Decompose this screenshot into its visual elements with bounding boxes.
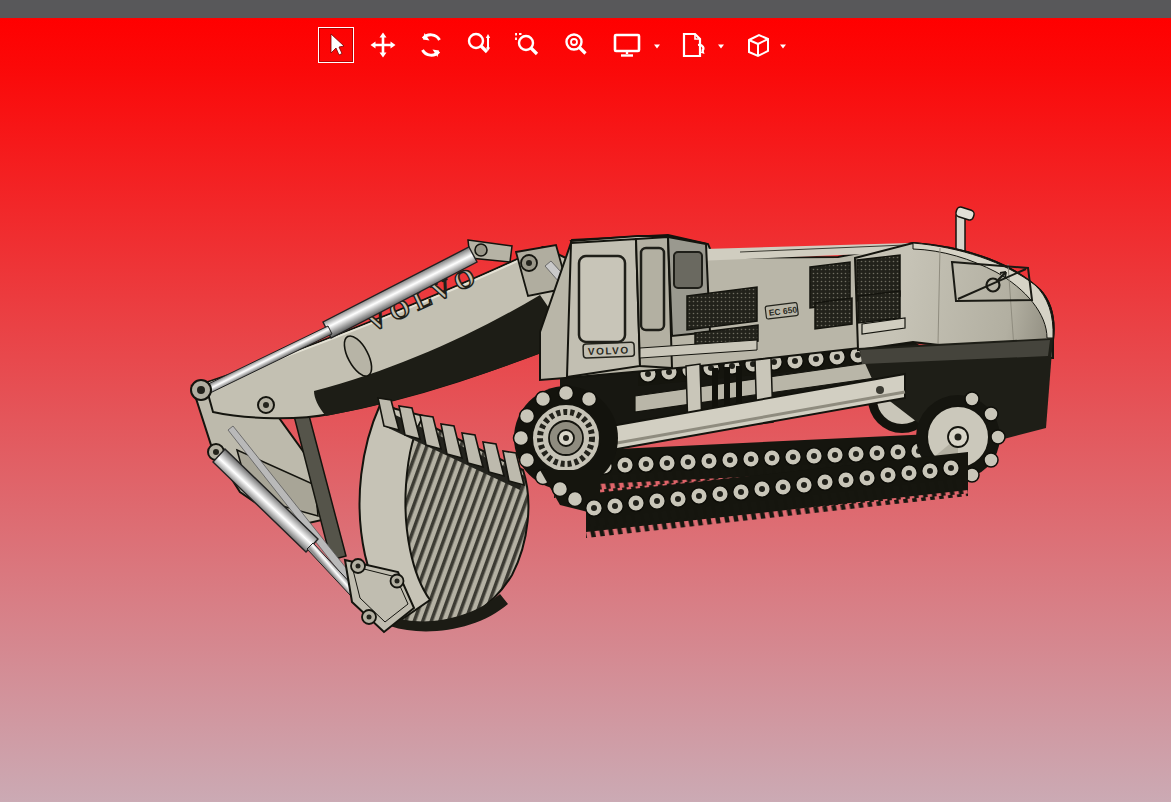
pan-icon: [369, 31, 397, 59]
select-button[interactable]: [318, 27, 354, 63]
cube-icon: [744, 31, 772, 59]
excavator-model[interactable]: VOLVO: [0, 18, 1171, 802]
display-mode-button[interactable]: [740, 27, 776, 63]
zoom-to-area-icon: [513, 31, 541, 59]
pan-button[interactable]: [365, 27, 401, 63]
display-mode-dropdown[interactable]: [779, 42, 787, 50]
sheets-button[interactable]: [676, 27, 712, 63]
sheets-icon: [679, 31, 709, 59]
bucket: [345, 398, 528, 632]
dropdown-arrow-icon: [653, 42, 661, 50]
view-orientation-button[interactable]: [609, 27, 645, 63]
zoom-to-area-button[interactable]: [509, 27, 545, 63]
select-arrow-icon: [322, 31, 350, 59]
dropdown-arrow-icon: [779, 42, 787, 50]
cab-brand-text: VOLVO: [588, 345, 630, 357]
zoom-to-fit-icon: [562, 31, 590, 59]
zoom-in-out-button[interactable]: [461, 27, 497, 63]
antenna: [955, 206, 975, 252]
rotate-button[interactable]: [413, 27, 449, 63]
toolbar: [0, 0, 1171, 70]
zoom-in-out-icon: [465, 31, 493, 59]
monitor-icon: [612, 31, 642, 59]
sheets-dropdown[interactable]: [717, 42, 725, 50]
view-orientation-dropdown[interactable]: [653, 42, 661, 50]
viewport-canvas[interactable]: VOLVO: [0, 18, 1171, 802]
dropdown-arrow-icon: [717, 42, 725, 50]
zoom-to-fit-button[interactable]: [558, 27, 594, 63]
rotate-icon: [417, 31, 445, 59]
